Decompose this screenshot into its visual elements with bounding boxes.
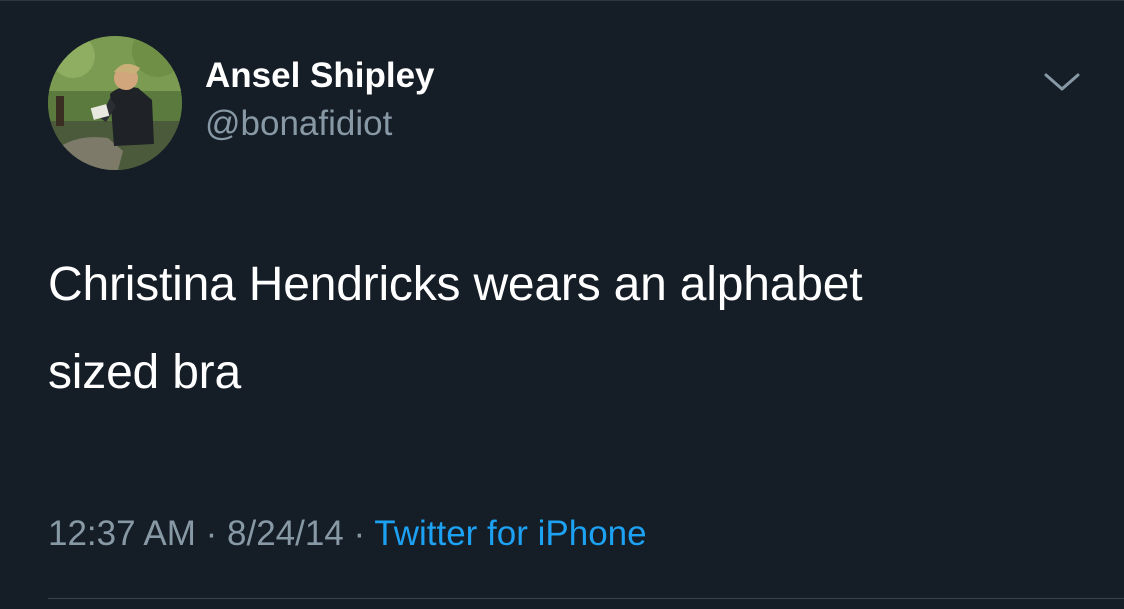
avatar[interactable] bbox=[48, 36, 182, 170]
tweet-time[interactable]: 12:37 AM bbox=[48, 514, 196, 553]
tweet-text-line-1: Christina Hendricks wears an alphabet bbox=[48, 258, 863, 311]
meta-separator: · bbox=[343, 514, 375, 553]
tweet-text-line-2: sized bra bbox=[48, 346, 241, 399]
meta-separator: · bbox=[195, 514, 227, 553]
user-handle[interactable]: @bonafidiot bbox=[205, 104, 392, 144]
tweet-text: Christina Hendricks wears an alphabet si… bbox=[48, 241, 1088, 417]
divider bbox=[48, 598, 1124, 599]
display-name[interactable]: Ansel Shipley bbox=[205, 56, 435, 96]
tweet-date[interactable]: 8/24/14 bbox=[227, 514, 344, 553]
chevron-down-icon[interactable] bbox=[1042, 67, 1082, 97]
avatar-photo bbox=[48, 36, 182, 170]
tweet-source-link[interactable]: Twitter for iPhone bbox=[374, 514, 646, 553]
tweet-card: Ansel Shipley @bonafidiot Christina Hend… bbox=[0, 0, 1124, 609]
tweet-meta: 12:37 AM · 8/24/14 · Twitter for iPhone bbox=[48, 514, 647, 554]
